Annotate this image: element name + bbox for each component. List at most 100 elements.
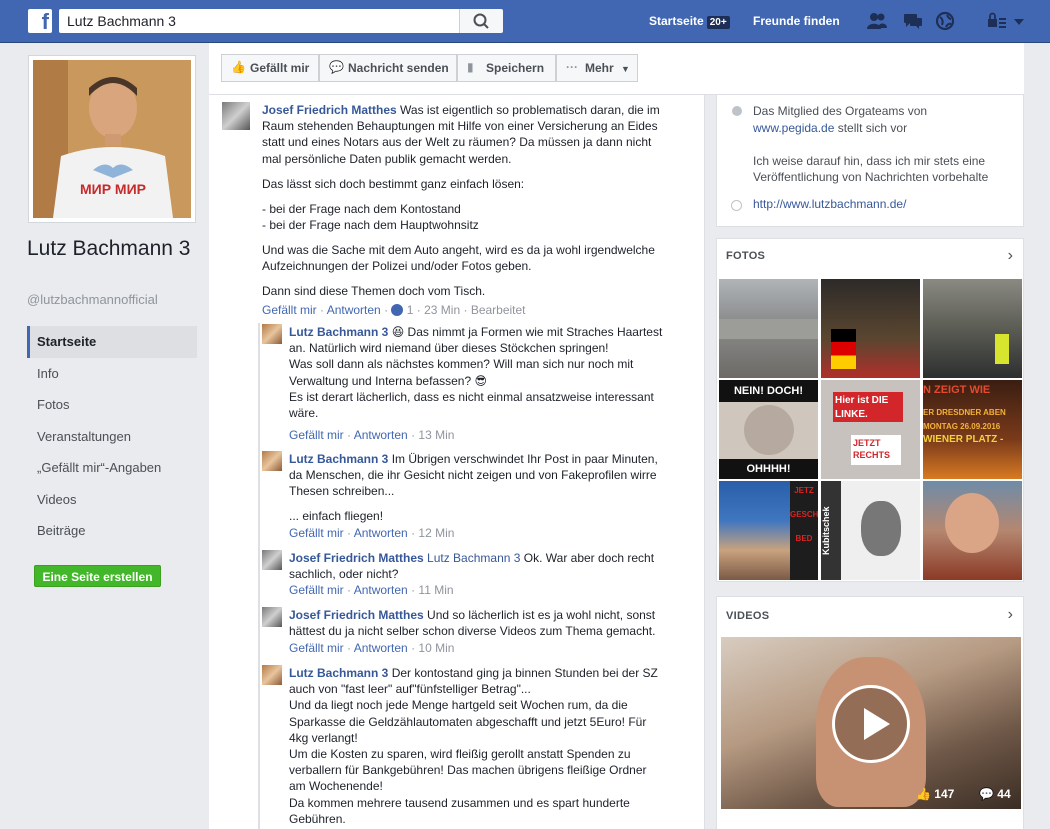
- nav-item-veranstaltungen[interactable]: Veranstaltungen: [27, 421, 197, 453]
- comments-feed: Josef Friedrich Matthes Was ist eigentli…: [209, 95, 705, 829]
- avatar[interactable]: [222, 102, 250, 130]
- comment-meta: Gefällt mir · Antworten · 10 Min: [289, 641, 455, 655]
- friend-requests-icon[interactable]: [866, 11, 888, 31]
- comment-icon: 💬: [979, 787, 994, 801]
- photo-thumbnail[interactable]: [923, 481, 1022, 580]
- notifications-globe-icon[interactable]: [934, 11, 956, 31]
- laughing-emoji-icon: 😆: [391, 325, 405, 339]
- comment-text: Lutz Bachmann 3 Im Übrigen verschwindet …: [289, 452, 658, 499]
- search-input[interactable]: Lutz Bachmann 3: [59, 9, 459, 33]
- like-page-button[interactable]: 👍 Gefällt mir: [221, 54, 319, 82]
- pegida-link[interactable]: www.pegida.de: [753, 121, 834, 135]
- globe-icon: [731, 200, 742, 211]
- thumbs-up-icon: 👍: [916, 787, 931, 801]
- photo-thumbnail[interactable]: [923, 279, 1022, 378]
- comment-paragraph: Und was die Sache mit dem Auto angeht, w…: [262, 243, 655, 274]
- photo-thumbnail[interactable]: NEIN! DOCH! OHHHH!: [719, 380, 818, 479]
- photos-section: FOTOS › NEIN! DOCH! OHHHH! Hier ist DIE …: [716, 238, 1024, 582]
- shirt-text: МИР МИР: [80, 181, 146, 197]
- nav-item-likes[interactable]: „Gefällt mir“-Angaben: [27, 452, 197, 484]
- photo-thumbnail[interactable]: Kubitschek: [821, 481, 920, 580]
- comment-text: Lutz Bachmann 3 😆 Das nimmt ja Formen wi…: [289, 325, 663, 421]
- comment-paragraph: Das lässt sich doch bestimmt ganz einfac…: [262, 177, 525, 191]
- avatar[interactable]: [262, 451, 282, 471]
- videos-heading[interactable]: VIDEOS: [726, 610, 769, 622]
- search-icon: [473, 13, 489, 29]
- play-icon[interactable]: [832, 685, 910, 763]
- avatar[interactable]: [262, 665, 282, 685]
- website-link[interactable]: http://www.lutzbachmann.de/: [753, 197, 906, 211]
- profile-picture[interactable]: МИР МИР: [28, 55, 196, 223]
- send-message-button[interactable]: 💬 Nachricht senden: [319, 54, 457, 82]
- like-count-icon: [391, 304, 404, 316]
- comment-like-link[interactable]: Gefällt mir: [289, 428, 344, 442]
- comment-like-link[interactable]: Gefällt mir: [289, 641, 344, 655]
- profile-photo-image: МИР МИР: [33, 60, 191, 218]
- home-badge: 20+: [706, 16, 730, 29]
- video-comments: 💬 44: [979, 787, 1011, 801]
- photo-thumbnail[interactable]: [719, 279, 818, 378]
- video-thumbnail[interactable]: 👍 147 💬 44: [721, 637, 1021, 809]
- chevron-down-icon: ▼: [621, 64, 630, 74]
- comment-reply-link[interactable]: Antworten: [354, 641, 408, 655]
- comment-meta: Gefällt mir · Antworten · 12 Min: [289, 526, 455, 540]
- top-bar: f Lutz Bachmann 3 Startseite 20+ Freunde …: [0, 0, 1050, 43]
- comment-text: Lutz Bachmann 3 Der kontostand ging ja b…: [289, 666, 658, 826]
- create-page-button[interactable]: Eine Seite erstellen: [34, 565, 161, 587]
- search-button[interactable]: [459, 9, 503, 33]
- about-box: Das Mitglied des Orgateams von www.pegid…: [716, 95, 1024, 227]
- comment-mention[interactable]: Lutz Bachmann 3: [424, 551, 520, 565]
- comment-author[interactable]: Lutz Bachmann 3: [289, 325, 388, 339]
- comment-text: Josef Friedrich Matthes Was ist eigentli…: [262, 103, 660, 166]
- avatar[interactable]: [262, 324, 282, 344]
- facebook-logo-icon[interactable]: f: [28, 9, 52, 33]
- page-navigation: Startseite Info Fotos Veranstaltungen „G…: [27, 326, 197, 547]
- photo-thumbnail[interactable]: N ZEIGT WIE ER DRESDNER ABEN MONTAG 26.0…: [923, 380, 1022, 479]
- comment-reply-link[interactable]: Antworten: [354, 526, 408, 540]
- comment-reply-link[interactable]: Antworten: [354, 428, 408, 442]
- videos-section: VIDEOS › 👍 147 💬 44: [716, 596, 1024, 829]
- nav-item-videos[interactable]: Videos: [27, 484, 197, 516]
- privacy-lock-icon[interactable]: [987, 11, 1009, 31]
- save-button[interactable]: ▮ Speichern: [457, 54, 556, 82]
- comment-author[interactable]: Lutz Bachmann 3: [289, 666, 388, 680]
- nav-item-fotos[interactable]: Fotos: [27, 389, 197, 421]
- comment-meta: Gefällt mir · Antworten · 11 Min: [289, 583, 454, 597]
- avatar[interactable]: [262, 550, 282, 570]
- nav-item-beitraege[interactable]: Beiträge: [27, 515, 197, 547]
- comment-like-link[interactable]: Gefällt mir: [289, 583, 344, 597]
- comment-like-link[interactable]: Gefällt mir: [262, 303, 317, 317]
- comment-paragraph: Dann sind diese Themen doch vom Tisch.: [262, 284, 486, 298]
- nav-item-startseite[interactable]: Startseite: [27, 326, 197, 358]
- nav-item-info[interactable]: Info: [27, 358, 197, 390]
- message-bubble-icon: 💬: [329, 60, 344, 74]
- messages-icon[interactable]: [902, 11, 924, 31]
- comment-author[interactable]: Lutz Bachmann 3: [289, 452, 388, 466]
- page-title: Lutz Bachmann 3: [27, 237, 191, 260]
- comment-paragraph: ... einfach fliegen!: [289, 509, 384, 523]
- comment-like-link[interactable]: Gefällt mir: [289, 526, 344, 540]
- comment-meta: Gefällt mir · Antworten · 13 Min: [289, 428, 455, 442]
- video-likes: 👍 147: [916, 787, 955, 801]
- find-friends-link[interactable]: Freunde finden: [753, 14, 840, 28]
- account-menu-chevron-icon[interactable]: [1012, 11, 1026, 31]
- comment-paragraph: - bei der Frage nach dem Kontostand - bei…: [262, 202, 479, 233]
- photo-thumbnail[interactable]: [821, 279, 920, 378]
- comment-meta: Gefällt mir · Antworten · 1 · 23 Min · B…: [262, 303, 526, 317]
- home-link[interactable]: Startseite 20+: [649, 14, 730, 29]
- comment-author[interactable]: Josef Friedrich Matthes: [289, 551, 424, 565]
- photo-thumbnail[interactable]: JETZ GESCH BED: [719, 481, 818, 580]
- more-button[interactable]: ··· Mehr ▼: [556, 54, 638, 82]
- comment-text: Josef Friedrich Matthes Und so lächerlic…: [289, 608, 656, 639]
- about-description: Das Mitglied des Orgateams von www.pegid…: [753, 104, 989, 184]
- comment-author[interactable]: Josef Friedrich Matthes: [262, 103, 397, 117]
- chevron-right-icon[interactable]: ›: [1008, 247, 1013, 265]
- photo-thumbnail[interactable]: Hier ist DIE LINKE. JETZT RECHTS: [821, 380, 920, 479]
- photos-heading[interactable]: FOTOS: [726, 250, 765, 262]
- info-icon: [732, 106, 742, 116]
- comment-reply-link[interactable]: Antworten: [327, 303, 381, 317]
- avatar[interactable]: [262, 607, 282, 627]
- comment-author[interactable]: Josef Friedrich Matthes: [289, 608, 424, 622]
- chevron-right-icon[interactable]: ›: [1008, 606, 1013, 624]
- comment-reply-link[interactable]: Antworten: [354, 583, 408, 597]
